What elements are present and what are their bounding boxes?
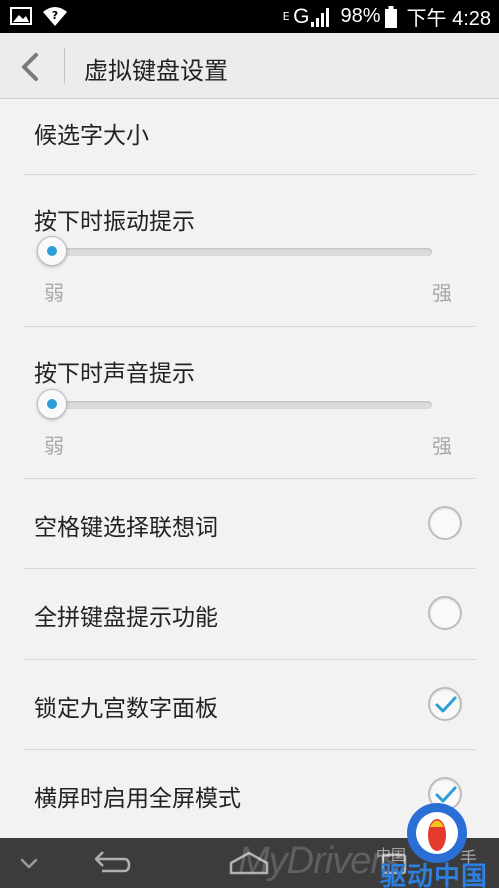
slider-thumb[interactable] [37, 236, 67, 266]
slider-max-label: 强 [432, 434, 452, 458]
setting-label: 候选字大小 [34, 123, 149, 149]
slider-min-label: 弱 [44, 434, 64, 458]
lock-nine-checkbox[interactable] [428, 687, 462, 721]
setting-candidate-size[interactable]: 候选字大小 [0, 100, 499, 174]
setting-label: 横屏时启用全屏模式 [34, 786, 241, 812]
setting-label: 按下时振动提示 [34, 209, 195, 235]
space-assoc-checkbox[interactable] [428, 506, 462, 540]
setting-lock-nine[interactable]: 锁定九宫数字面板 [0, 660, 499, 749]
network-sub-label: E [282, 10, 290, 23]
setting-vibration: 按下时振动提示 弱 强 [0, 175, 499, 326]
setting-label: 全拼键盘提示功能 [34, 605, 218, 631]
slider-max-label: 强 [432, 281, 452, 305]
svg-text:?: ? [52, 9, 58, 22]
back-arrow-icon[interactable] [88, 846, 132, 880]
battery-percent: 98% [340, 5, 381, 27]
action-bar-divider [64, 48, 65, 84]
clock: 下午 4:28 [406, 8, 491, 30]
vibration-slider[interactable] [37, 236, 432, 266]
pinyin-hint-checkbox[interactable] [428, 596, 462, 630]
network-type-label: G [293, 4, 310, 28]
setting-space-assoc[interactable]: 空格键选择联想词 [0, 479, 499, 568]
action-bar: 虚拟键盘设置 [0, 33, 499, 99]
brand-cn-label: 驱动中国 [380, 862, 489, 888]
battery-icon [384, 5, 397, 28]
slider-min-label: 弱 [44, 281, 64, 305]
signal-icon [311, 7, 330, 27]
page-title: 虚拟键盘设置 [84, 57, 228, 85]
back-button[interactable] [12, 47, 52, 87]
chevron-left-icon [22, 53, 38, 81]
slider-thumb[interactable] [37, 389, 67, 419]
wifi-question-icon: ? [43, 7, 67, 26]
setting-label: 按下时声音提示 [34, 361, 195, 387]
setting-sound: 按下时声音提示 弱 强 [0, 327, 499, 478]
checkmark-icon [435, 696, 457, 713]
setting-label: 锁定九宫数字面板 [34, 696, 218, 722]
settings-list: 候选字大小 按下时振动提示 弱 强 按下时声音提示 弱 强 空格键选择联想词 全… [0, 100, 499, 838]
setting-pinyin-hint[interactable]: 全拼键盘提示功能 [0, 569, 499, 659]
image-icon [10, 7, 32, 25]
hide-keyboard-icon[interactable] [16, 846, 42, 880]
status-bar: ? E G 98% 下午 4:28 [0, 0, 499, 33]
sound-slider[interactable] [37, 389, 432, 419]
setting-label: 空格键选择联想词 [34, 515, 218, 541]
